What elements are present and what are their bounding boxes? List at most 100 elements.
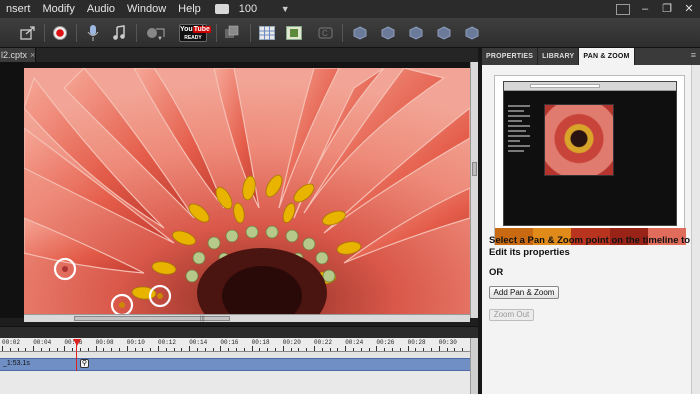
tab-properties[interactable]: PROPERTIES [482,48,539,65]
tab-pan-zoom[interactable]: PAN & ZOOM [579,48,635,65]
publish-icon[interactable] [18,23,38,43]
caption-icon[interactable]: C [316,23,336,43]
close-tab-icon[interactable]: × [30,50,35,60]
zoom-level[interactable]: 100 [239,3,279,15]
toolbar-divider [136,24,137,42]
grid-icon[interactable] [257,23,277,43]
pan-zoom-marker-icon[interactable]: ⚲ [80,359,89,368]
timeline-tick [306,348,308,351]
svg-text:▼: ▼ [157,36,163,41]
timeline-tick [33,346,35,351]
search-box-icon[interactable] [616,4,630,15]
timeline-tick [407,346,409,351]
pan-zoom-instructions: Select a Pan & Zoom point on the timelin… [489,235,691,258]
timeline-tick [282,346,284,351]
chevron-down-icon[interactable]: ▼ [281,4,290,14]
panel-menu-icon[interactable]: ≡ [691,50,696,60]
menu-audio[interactable]: Audio [81,0,121,18]
toolbar-divider [342,24,343,42]
restore-icon[interactable]: ❐ [656,1,678,17]
minimize-icon[interactable]: – [634,1,656,17]
timeline-tick [454,348,456,351]
timeline-tick [275,348,276,351]
timeline-vertical-scrollbar[interactable] [470,338,478,394]
shape-cube-icon-5[interactable] [462,23,482,43]
playhead-handle-icon[interactable] [73,339,81,346]
timeline-tick [392,348,393,351]
timeline-tick [360,348,362,351]
timeline-tick [212,348,214,351]
timeline-tick [64,346,66,351]
timeline-tick [41,348,42,351]
timeline-tick [111,348,113,351]
menu-window[interactable]: Window [121,0,172,18]
zoom-out-button[interactable]: Zoom Out [489,309,534,321]
pan-zoom-preview[interactable] [494,75,687,245]
stage-horizontal-scrollbar[interactable]: ||| [24,314,470,322]
timeline-tick [173,348,175,351]
timeline-tick [446,348,448,351]
stage-vertical-scrollbar[interactable] [470,62,478,318]
timeline-track[interactable]: _1:53.1s [0,358,470,371]
timeline-tick [353,348,354,351]
timeline-tick [431,348,432,351]
timeline-tick [415,348,417,351]
shape-cube-icon-3[interactable] [406,23,426,43]
menu-help[interactable]: Help [172,0,207,18]
share-icon[interactable]: ▼ [144,23,168,43]
preview-url-field [530,84,600,88]
toolbar-divider [76,24,77,42]
timeline-tick [134,348,136,351]
close-icon[interactable]: ✕ [678,1,700,17]
timeline-tick-label: 00:28 [407,339,426,346]
tab-library[interactable]: LIBRARY [538,48,580,65]
timeline-tick [290,348,292,351]
timeline-tick [56,348,58,351]
slide-stage[interactable] [24,68,470,314]
vertical-scroll-thumb[interactable] [472,162,477,176]
timeline-tick-label: 00:24 [345,339,364,346]
youtube-tube-text: Tube [192,26,211,33]
timeline-tick [80,348,81,351]
timeline-tick [197,348,198,351]
timeline-ruler[interactable]: 00:02 00:04 00:06 00:08 00:10 00:12 00:14 00:16… [0,338,470,352]
youtube-icon[interactable]: YouTube READY [178,23,211,43]
timeline-tick-label: 00:12 [158,339,177,346]
timeline-tick [119,348,120,351]
track-duration-label: _1:53.1s [3,360,30,367]
layers-icon[interactable] [222,23,242,43]
youtube-you-text: You [180,26,193,33]
timeline-tick [251,346,253,351]
record-icon[interactable] [50,23,70,43]
timeline-tick [189,346,191,351]
horizontal-scroll-thumb[interactable]: ||| [74,316,230,322]
film-slide-icon[interactable] [284,23,304,43]
timeline-tick-label: 00:16 [220,339,239,346]
timeline-tick [368,348,370,351]
shape-cube-icon[interactable] [350,23,370,43]
music-note-icon[interactable] [110,23,128,43]
document-tab[interactable]: l2.cptx × [0,48,36,62]
timeline-tick-label: 00:22 [314,339,333,346]
shape-cube-icon-2[interactable] [378,23,398,43]
menu-insert[interactable]: nsert [0,0,36,18]
menu-modify[interactable]: Modify [36,0,80,18]
grip-icon: ||| [200,316,205,322]
panel-scrollbar[interactable] [691,65,700,394]
timeline-tick [158,346,159,351]
timeline-tick [314,346,315,351]
timeline-tick [87,348,89,351]
timeline-tick [345,346,347,351]
timeline-tick [376,346,378,351]
timeline-tick [337,348,339,351]
toolbar-divider [250,24,251,42]
timeline-tick [48,348,50,351]
preview-flower-thumbnail [544,104,614,176]
mail-icon[interactable] [214,4,229,14]
add-pan-zoom-button[interactable]: Add Pan & Zoom [489,286,559,299]
document-tab-label: l2.cptx [1,50,28,60]
timeline-header [0,326,478,338]
shape-cube-icon-4[interactable] [434,23,454,43]
timeline-tick-label: 00:20 [282,339,301,346]
microphone-icon[interactable] [84,23,102,43]
